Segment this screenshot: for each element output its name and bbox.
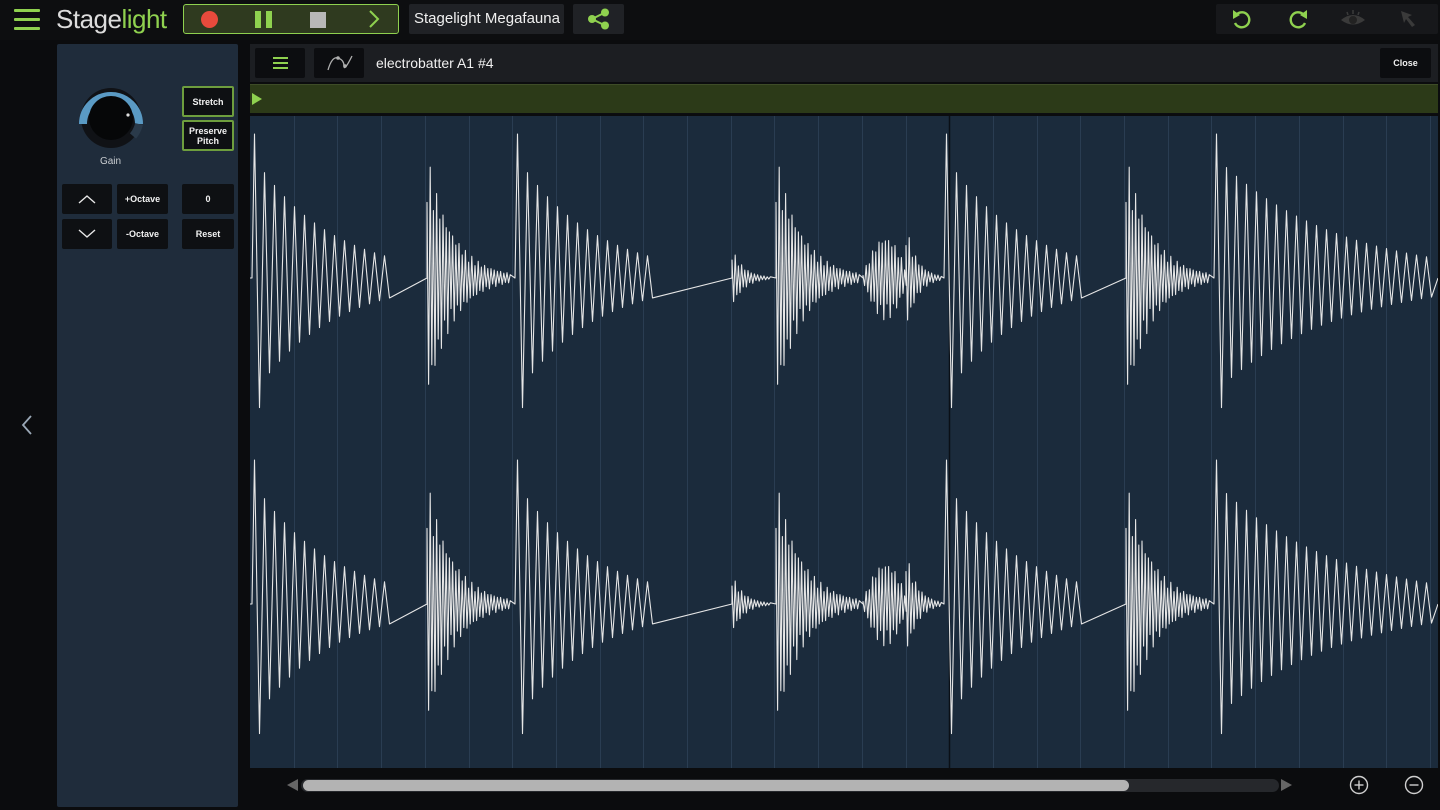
logo-text-accent: light [121, 4, 167, 34]
share-button[interactable] [573, 4, 624, 34]
record-icon [201, 11, 218, 28]
stagelight-app: Stagelight Stagelight Megafauna Gain Str… [0, 0, 1440, 810]
share-icon [588, 8, 609, 30]
octave-up-button[interactable]: +Octave [117, 184, 168, 214]
horizontal-scroll-bar [250, 770, 1440, 810]
clip-menu-button[interactable] [255, 48, 305, 78]
play-chevron-icon [369, 10, 380, 28]
clip-settings-panel: Gain Stretch Preserve Pitch +Octave 0 -O… [57, 44, 238, 807]
waveform-channel-right [250, 459, 1438, 735]
record-button[interactable] [184, 5, 238, 33]
waveform-canvas [250, 116, 1438, 768]
project-name[interactable]: Stagelight Megafauna [409, 4, 564, 34]
gain-knob[interactable] [77, 84, 145, 152]
zoom-out-icon [1404, 775, 1424, 795]
top-bar: Stagelight Stagelight Megafauna [0, 0, 1440, 40]
waveform-view[interactable] [250, 116, 1438, 768]
chevron-left-icon[interactable] [18, 413, 36, 437]
redo-button[interactable] [1282, 7, 1314, 31]
preserve-pitch-label-1: Preserve [188, 125, 228, 136]
pause-icon [255, 11, 273, 28]
reset-button[interactable]: Reset [182, 219, 234, 249]
stop-icon [310, 12, 326, 28]
edit-tools [1216, 4, 1438, 34]
undo-icon [1233, 10, 1251, 29]
redo-icon [1289, 10, 1307, 29]
hamburger-icon [273, 57, 288, 69]
pitch-down-button[interactable] [62, 219, 112, 249]
select-tool-button[interactable] [1392, 7, 1424, 31]
zoom-in-icon [1349, 775, 1369, 795]
pitch-up-button[interactable] [62, 184, 112, 214]
zoom-in-button[interactable] [1349, 775, 1369, 795]
left-strip [0, 40, 56, 810]
automation-curve-icon [327, 55, 353, 71]
hamburger-icon [14, 9, 40, 12]
loop-region-bar[interactable] [250, 84, 1438, 114]
waveform-channel-left [250, 133, 1438, 409]
close-button[interactable]: Close [1380, 48, 1431, 78]
logo-text-main: Stage [56, 4, 122, 34]
clip-editor-header: electrobatter A1 #4 Close [250, 44, 1438, 82]
stretch-button[interactable]: Stretch [182, 86, 234, 117]
beat-grid [294, 116, 1431, 768]
undo-button[interactable] [1226, 7, 1258, 31]
chevron-down-icon [78, 229, 96, 238]
view-button[interactable] [1337, 7, 1369, 31]
automation-button[interactable] [314, 48, 364, 78]
preserve-pitch-label-2: Pitch [196, 135, 219, 146]
preserve-pitch-button[interactable]: Preserve Pitch [182, 120, 234, 151]
octave-down-button[interactable]: -Octave [117, 219, 168, 249]
scroll-thumb[interactable] [303, 780, 1129, 791]
scroll-right-button[interactable] [1281, 779, 1292, 791]
zoom-out-button[interactable] [1404, 775, 1424, 795]
scroll-left-button[interactable] [287, 779, 298, 791]
chevron-up-icon [78, 195, 96, 204]
clip-name: electrobatter A1 #4 [376, 55, 494, 71]
scroll-track[interactable] [301, 779, 1279, 792]
eye-icon [1341, 10, 1365, 25]
octave-value: 0 [182, 184, 234, 214]
main-menu-button[interactable] [14, 9, 40, 31]
pointer-icon [1401, 11, 1415, 27]
playhead-marker[interactable] [252, 93, 262, 105]
gain-label: Gain [99, 156, 122, 167]
app-logo: Stagelight [56, 4, 167, 35]
transport-controls [183, 4, 399, 34]
